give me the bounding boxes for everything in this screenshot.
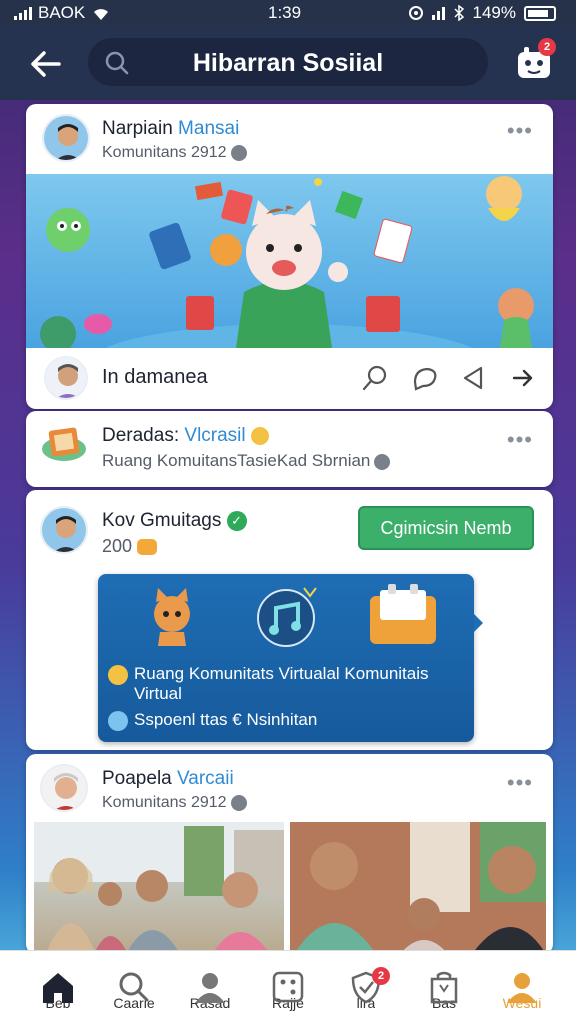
street-photo xyxy=(290,822,546,950)
comment-icon[interactable] xyxy=(411,364,439,392)
avatar[interactable] xyxy=(42,114,90,162)
battery-label: 149% xyxy=(472,3,516,22)
bottom-nav: Beb Caarie Rasad Rajje 2 lira Bas Wesui xyxy=(0,950,576,1024)
post-photo[interactable] xyxy=(34,822,284,950)
person-avatar-icon xyxy=(46,358,86,398)
post-card: Poapela Varcaii Komunitans 2912 ••• xyxy=(26,754,553,950)
home-icon xyxy=(43,973,73,1003)
commenter-avatar[interactable] xyxy=(44,356,88,400)
more-options-button[interactable]: ••• xyxy=(507,118,533,144)
arrow-left-icon xyxy=(31,51,61,77)
dice-icon xyxy=(272,971,304,1003)
post-actions xyxy=(361,364,535,392)
nav-search[interactable]: Caarie xyxy=(104,965,164,1024)
comment-input[interactable]: In damanea xyxy=(102,366,208,389)
user-icon xyxy=(507,973,537,1003)
post-subtitle: Ruang KomuitansTasieKad Sbrnian xyxy=(102,451,391,471)
bot-button[interactable]: 2 xyxy=(516,38,556,84)
group-photo xyxy=(34,822,284,950)
post-author[interactable]: Deradas: Vlcrasil xyxy=(102,425,269,447)
status-bar: BAOK 1:39 149% xyxy=(0,0,576,26)
cartoon-illustration xyxy=(40,176,534,348)
nav-home[interactable]: Beb xyxy=(28,965,88,1024)
back-button[interactable] xyxy=(26,44,66,84)
post-author[interactable]: Narpiain Mansai xyxy=(102,118,239,140)
notification-badge: 2 xyxy=(538,38,556,56)
carrier-label: BAOK xyxy=(38,3,86,22)
check-icon xyxy=(108,711,128,731)
nav-bag[interactable]: Bas xyxy=(414,965,474,1024)
post-photo[interactable] xyxy=(290,822,546,950)
feed: Narpiain Mansai Komunitans 2912 ••• In d… xyxy=(0,100,576,950)
at-icon xyxy=(408,6,423,20)
bag-icon xyxy=(430,971,458,1004)
share-icon[interactable] xyxy=(461,364,489,392)
emoji-icon xyxy=(137,539,158,556)
promo-illustration xyxy=(154,584,436,647)
nav-badge: 2 xyxy=(372,967,390,985)
more-options-button[interactable]: ••• xyxy=(507,427,533,453)
app-header: Hibarran Sosiial 2 xyxy=(0,26,576,100)
search-icon[interactable] xyxy=(361,364,389,392)
promo-card[interactable]: Ruang Komunitats Virtualal Komunitais Vi… xyxy=(98,574,474,742)
avatar[interactable] xyxy=(40,421,88,469)
more-options-button[interactable]: ••• xyxy=(507,770,533,796)
person-avatar-icon xyxy=(42,766,86,810)
battery-icon xyxy=(524,5,556,21)
post-subtitle: Komunitans 2912 xyxy=(102,794,247,812)
post-card: Deradas: Vlcrasil Ruang KomuitansTasieKa… xyxy=(26,411,553,487)
person-avatar-icon xyxy=(42,508,86,552)
author-tag: Mansai xyxy=(178,118,240,139)
bluetooth-icon xyxy=(453,5,464,21)
emoji-icon xyxy=(250,426,269,445)
promo-line: Ruang Komunitats Virtualal Komunitais Vi… xyxy=(108,664,464,704)
arrow-right-icon[interactable] xyxy=(511,366,535,390)
post-subtitle: 200 xyxy=(102,536,158,557)
board-icon xyxy=(42,427,86,461)
post-author[interactable]: Kov Gmuitags ✓ xyxy=(102,510,247,532)
search-icon xyxy=(119,972,149,1002)
signal-icon xyxy=(14,6,32,20)
post-subtitle: Komunitans 2912 xyxy=(102,144,247,162)
nav-account[interactable]: Wesui xyxy=(492,965,552,1024)
globe-icon xyxy=(230,144,247,161)
wifi-icon xyxy=(94,9,109,20)
verified-icon: ✓ xyxy=(226,510,247,531)
globe-icon xyxy=(230,794,247,811)
page-title: Hibarran Sosiial xyxy=(192,49,384,77)
heart-icon xyxy=(108,665,128,685)
person-avatar-icon xyxy=(44,116,88,160)
post-card: Kov Gmuitags ✓ 200 Cgimicsin Nemb Ruang … xyxy=(26,490,553,750)
nav-games[interactable]: Rajje xyxy=(258,965,318,1024)
post-author[interactable]: Poapela Varcaii xyxy=(102,768,234,790)
globe-icon xyxy=(374,453,391,470)
avatar[interactable] xyxy=(40,764,88,812)
author-tag: Vlcrasil xyxy=(184,425,246,446)
nav-profile[interactable]: Rasad xyxy=(180,965,240,1024)
author-tag: Varcaii xyxy=(177,768,234,789)
nav-shield[interactable]: 2 lira xyxy=(336,965,396,1024)
post-card: Narpiain Mansai Komunitans 2912 ••• In d… xyxy=(26,104,553,409)
follow-button[interactable]: Cgimicsin Nemb xyxy=(358,506,534,550)
cell-icon xyxy=(431,6,445,20)
promo-line: Sspoenl ttas € Nsinhitan xyxy=(108,710,317,731)
avatar[interactable] xyxy=(40,506,88,554)
profile-icon xyxy=(195,973,225,1003)
pointer-arrow xyxy=(474,614,483,632)
clock: 1:39 xyxy=(268,3,302,22)
search-bar[interactable]: Hibarran Sosiial xyxy=(88,38,488,86)
post-image[interactable] xyxy=(26,174,553,348)
